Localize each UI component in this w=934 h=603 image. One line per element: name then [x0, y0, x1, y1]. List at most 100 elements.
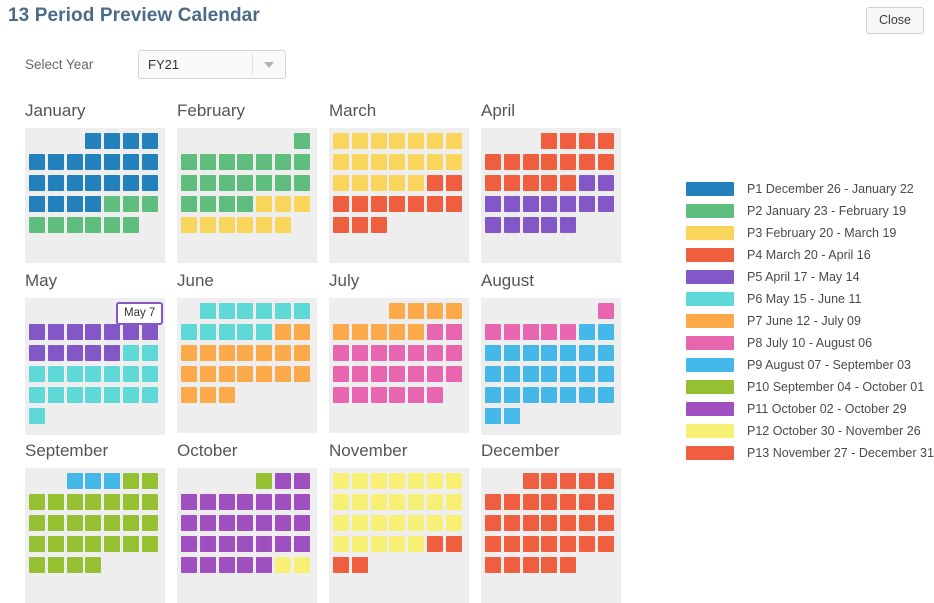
day-cell-p13[interactable]	[522, 515, 539, 531]
day-cell-p1[interactable]	[47, 196, 64, 212]
day-cell-p5[interactable]	[485, 217, 501, 233]
day-cell-p4[interactable]	[370, 196, 387, 212]
day-cell-p7[interactable]	[199, 387, 216, 403]
day-cell-p4[interactable]	[426, 196, 443, 212]
day-cell-p4[interactable]	[485, 154, 501, 170]
day-cell-p4[interactable]	[426, 175, 443, 191]
day-cell-p11[interactable]	[199, 536, 216, 552]
day-cell-p5[interactable]	[47, 345, 64, 361]
day-cell-p4[interactable]	[503, 175, 520, 191]
day-cell-p11[interactable]	[293, 515, 310, 531]
day-cell-p1[interactable]	[141, 175, 158, 191]
day-cell-p13[interactable]	[503, 494, 520, 510]
day-cell-p11[interactable]	[218, 494, 235, 510]
day-cell-p13[interactable]	[351, 557, 368, 573]
day-cell-p8[interactable]	[333, 345, 349, 361]
day-cell-p2[interactable]	[199, 154, 216, 170]
day-cell-p10[interactable]	[66, 536, 83, 552]
day-cell-p9[interactable]	[485, 408, 501, 424]
day-cell-p5[interactable]	[503, 217, 520, 233]
day-cell-p12[interactable]	[370, 536, 387, 552]
day-cell-p9[interactable]	[597, 387, 614, 403]
day-cell-p13[interactable]	[541, 536, 558, 552]
day-cell-p6[interactable]	[85, 387, 102, 403]
day-cell-p10[interactable]	[47, 557, 64, 573]
day-cell-p1[interactable]	[104, 133, 121, 149]
day-cell-p3[interactable]	[293, 196, 310, 212]
day-cell-p12[interactable]	[370, 515, 387, 531]
day-cell-p10[interactable]	[47, 515, 64, 531]
day-cell-p12[interactable]	[351, 515, 368, 531]
day-cell-p8[interactable]	[408, 387, 425, 403]
day-cell-p5[interactable]	[66, 324, 83, 340]
day-cell-p12[interactable]	[408, 473, 425, 489]
day-cell-p1[interactable]	[29, 175, 45, 191]
day-cell-p2[interactable]	[122, 217, 139, 233]
day-cell-p2[interactable]	[199, 175, 216, 191]
day-cell-p7[interactable]	[274, 324, 291, 340]
day-cell-p6[interactable]	[256, 303, 273, 319]
day-cell-p2[interactable]	[237, 154, 254, 170]
day-cell-p9[interactable]	[541, 387, 558, 403]
day-cell-p13[interactable]	[426, 536, 443, 552]
day-cell-p6[interactable]	[199, 324, 216, 340]
day-cell-p4[interactable]	[370, 217, 387, 233]
day-cell-p2[interactable]	[104, 196, 121, 212]
day-cell-p5[interactable]	[541, 217, 558, 233]
day-cell-p11[interactable]	[293, 536, 310, 552]
day-cell-p3[interactable]	[333, 154, 349, 170]
day-cell-p10[interactable]	[85, 536, 102, 552]
day-cell-p7[interactable]	[293, 366, 310, 382]
day-cell-p9[interactable]	[597, 366, 614, 382]
day-cell-p5[interactable]	[597, 175, 614, 191]
day-cell-p9[interactable]	[485, 366, 501, 382]
day-cell-p6[interactable]	[256, 324, 273, 340]
day-cell-p8[interactable]	[445, 366, 462, 382]
day-cell-p7[interactable]	[218, 387, 235, 403]
day-cell-p8[interactable]	[370, 387, 387, 403]
day-cell-p12[interactable]	[333, 473, 349, 489]
day-cell-p7[interactable]	[370, 324, 387, 340]
day-cell-p7[interactable]	[237, 366, 254, 382]
day-cell-p13[interactable]	[485, 494, 501, 510]
day-cell-p2[interactable]	[218, 175, 235, 191]
day-cell-p1[interactable]	[47, 175, 64, 191]
day-cell-p4[interactable]	[445, 196, 462, 212]
day-cell-p12[interactable]	[351, 473, 368, 489]
day-cell-p6[interactable]	[104, 366, 121, 382]
day-cell-p10[interactable]	[141, 536, 158, 552]
day-cell-p4[interactable]	[389, 196, 406, 212]
day-cell-p1[interactable]	[122, 154, 139, 170]
day-cell-p8[interactable]	[370, 345, 387, 361]
day-cell-p5[interactable]	[104, 345, 121, 361]
day-cell-p11[interactable]	[237, 557, 254, 573]
day-cell-p13[interactable]	[560, 536, 577, 552]
day-cell-p11[interactable]	[293, 473, 310, 489]
day-cell-p13[interactable]	[541, 473, 558, 489]
day-cell-p13[interactable]	[578, 473, 595, 489]
day-cell-p11[interactable]	[218, 536, 235, 552]
day-cell-p12[interactable]	[445, 473, 462, 489]
day-cell-p12[interactable]	[426, 515, 443, 531]
day-cell-p12[interactable]	[274, 557, 291, 573]
day-cell-p8[interactable]	[445, 324, 462, 340]
day-cell-p13[interactable]	[445, 536, 462, 552]
day-cell-p10[interactable]	[29, 515, 45, 531]
day-cell-p13[interactable]	[333, 557, 349, 573]
day-cell-p5[interactable]	[560, 217, 577, 233]
day-cell-p3[interactable]	[389, 133, 406, 149]
day-cell-p12[interactable]	[389, 494, 406, 510]
day-cell-p13[interactable]	[503, 557, 520, 573]
day-cell-p1[interactable]	[85, 196, 102, 212]
day-cell-p2[interactable]	[293, 154, 310, 170]
day-cell-p6[interactable]	[237, 324, 254, 340]
day-cell-p6[interactable]	[181, 324, 197, 340]
day-cell-p12[interactable]	[445, 515, 462, 531]
day-cell-p5[interactable]	[29, 345, 45, 361]
day-cell-p5[interactable]	[578, 175, 595, 191]
day-cell-p5[interactable]	[522, 196, 539, 212]
day-cell-p8[interactable]	[333, 366, 349, 382]
day-cell-p2[interactable]	[274, 154, 291, 170]
day-cell-p1[interactable]	[66, 175, 83, 191]
day-cell-p11[interactable]	[256, 515, 273, 531]
